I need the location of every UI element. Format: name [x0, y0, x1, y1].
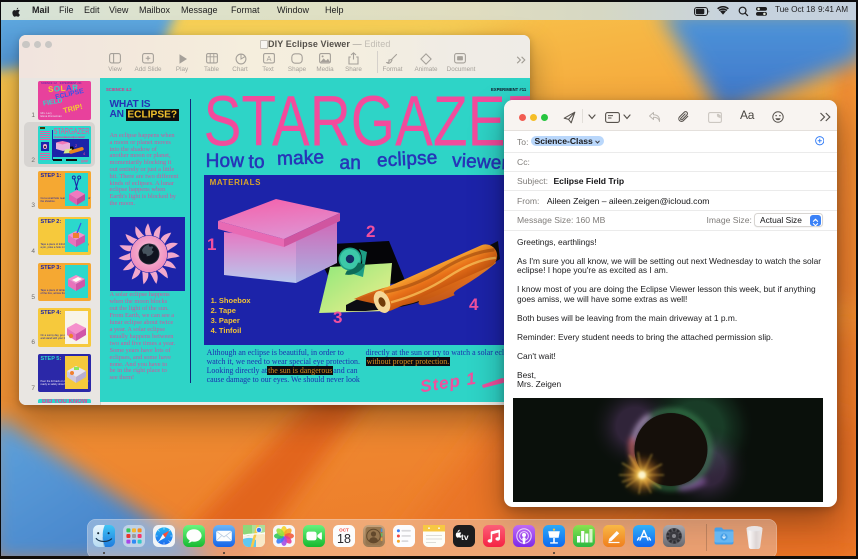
svg-text:A: A	[266, 54, 271, 63]
svg-text:1: 1	[207, 235, 216, 254]
svg-text:18: 18	[337, 532, 351, 546]
svg-text:2: 2	[75, 143, 78, 148]
svg-text:3: 3	[333, 308, 342, 327]
svg-text:tv: tv	[461, 532, 469, 542]
svg-text:2: 2	[366, 222, 375, 241]
svg-text:How to make an eclipse viewer!: How to make an eclipse viewer!	[54, 135, 85, 139]
svg-text:4: 4	[83, 151, 86, 156]
svg-text:4: 4	[469, 295, 479, 314]
